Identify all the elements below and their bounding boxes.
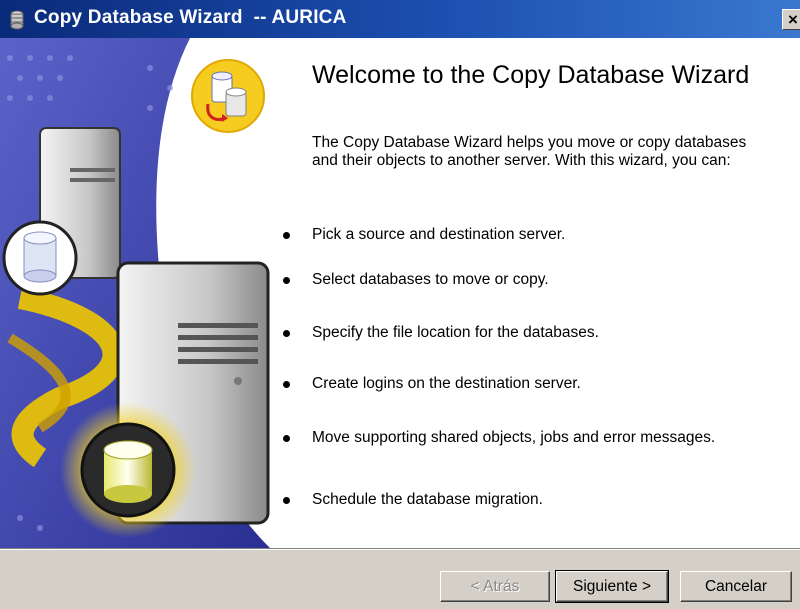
window-title: Copy Database Wizard -- AURICA (34, 7, 347, 28)
cancel-button[interactable]: Cancelar (680, 571, 792, 602)
back-button[interactable]: < Atrás (440, 571, 550, 602)
list-item: Select databases to move or copy. (280, 271, 800, 293)
intro-text: The Copy Database Wizard helps you move … (312, 134, 747, 169)
bullet-icon (283, 381, 290, 388)
list-item: Move supporting shared objects, jobs and… (280, 429, 800, 451)
close-button[interactable]: × (782, 9, 800, 30)
list-item-label: Select databases to move or copy. (312, 271, 549, 288)
list-item-label: Create logins on the destination server. (312, 375, 581, 392)
bullet-icon (283, 277, 290, 284)
wizard-banner (0, 38, 280, 548)
list-item-label: Move supporting shared objects, jobs and… (312, 429, 716, 446)
bullet-icon (283, 497, 290, 504)
list-item-label: Pick a source and destination server. (312, 226, 566, 243)
list-item-label: Schedule the database migration. (312, 491, 543, 508)
page-title: Welcome to the Copy Database Wizard (312, 61, 750, 89)
list-item: Pick a source and destination server. (280, 226, 800, 248)
bullet-icon (283, 330, 290, 337)
list-item: Schedule the database migration. (280, 491, 800, 513)
list-item-label: Specify the file location for the databa… (312, 324, 599, 341)
next-button[interactable]: Siguiente > (555, 570, 669, 603)
close-icon: × (788, 10, 798, 29)
database-icon (10, 10, 24, 30)
bullet-icon (283, 232, 290, 239)
title-bar[interactable]: Copy Database Wizard -- AURICA × (0, 0, 800, 38)
button-bar: < Atrás Siguiente > Cancelar (0, 548, 800, 609)
list-item: Create logins on the destination server. (280, 375, 800, 397)
welcome-panel: Welcome to the Copy Database Wizard The … (280, 38, 800, 548)
list-item: Specify the file location for the databa… (280, 324, 800, 346)
bullet-icon (283, 435, 290, 442)
